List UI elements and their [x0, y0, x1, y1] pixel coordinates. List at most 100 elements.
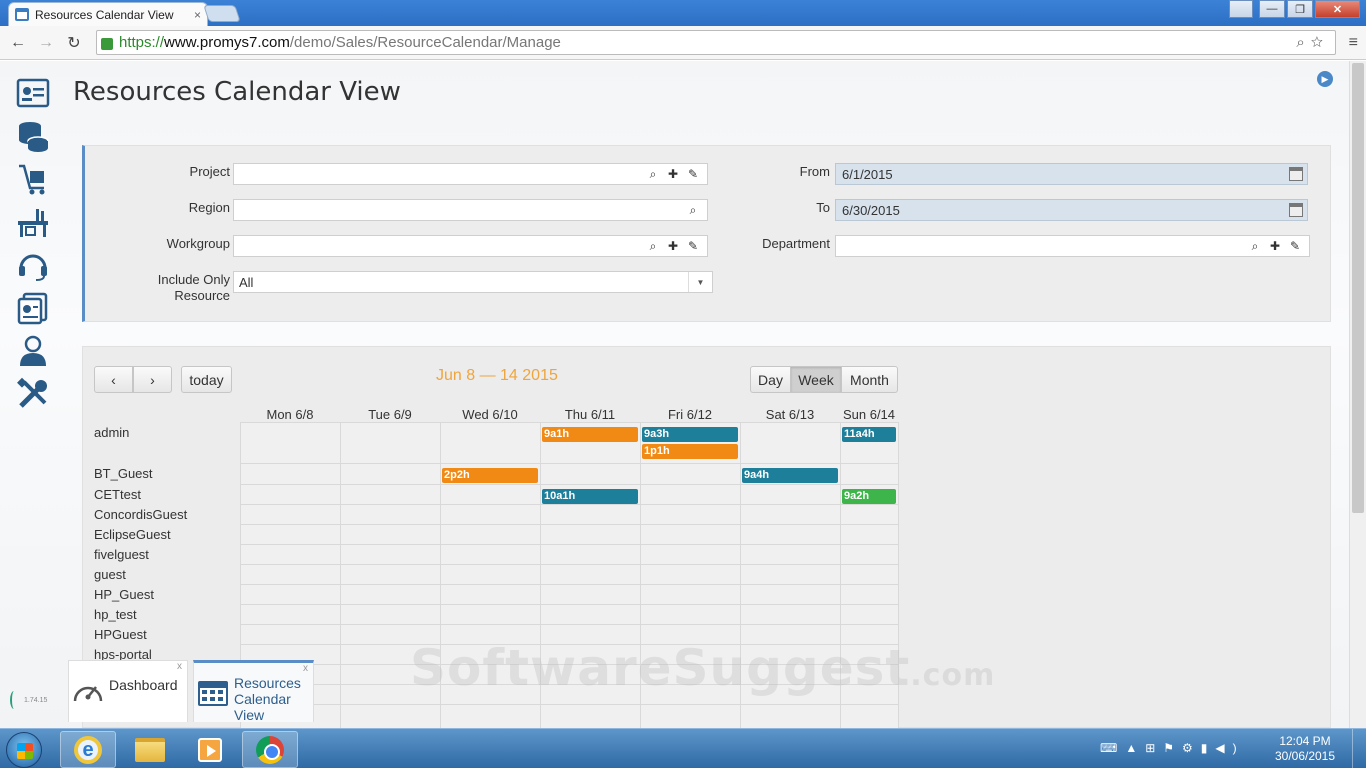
- contact-card-icon[interactable]: [16, 76, 50, 110]
- add-icon[interactable]: ✚: [1265, 239, 1285, 253]
- back-arrow-icon[interactable]: ←: [4, 34, 32, 52]
- taskbar-explorer[interactable]: [122, 731, 178, 768]
- calendar-picker-icon[interactable]: [1289, 203, 1303, 217]
- edit-icon[interactable]: ✎: [1285, 239, 1305, 253]
- search-icon[interactable]: ⌕: [643, 167, 663, 182]
- menu-icon[interactable]: ≡: [1349, 34, 1358, 52]
- grid-row-line: [240, 422, 898, 423]
- resource-name: CETtest: [94, 487, 141, 502]
- address-bar[interactable]: https:// www.promys7.com /demo/Sales/Res…: [96, 30, 1336, 55]
- resource-name: admin: [94, 425, 130, 440]
- users-icon[interactable]: [16, 334, 50, 368]
- today-button[interactable]: today: [181, 366, 232, 393]
- view-month-button[interactable]: Month: [841, 366, 898, 393]
- browser-tab-active[interactable]: Resources Calendar View ×: [8, 2, 208, 26]
- day-header: Tue 6/9: [368, 407, 412, 422]
- project-field[interactable]: ⌕ ✚ ✎: [233, 163, 708, 185]
- factory-icon[interactable]: [16, 205, 50, 239]
- next-week-button[interactable]: ›: [133, 366, 172, 393]
- day-header: Sun 6/14: [842, 407, 896, 422]
- day-header: Fri 6/12: [667, 407, 713, 422]
- app-tab-dashboard[interactable]: x Dashboard: [68, 660, 188, 722]
- department-field[interactable]: ⌕ ✚ ✎: [835, 235, 1310, 257]
- database-icon[interactable]: [16, 119, 50, 153]
- region-field[interactable]: ⌕: [233, 199, 708, 221]
- calendar-event[interactable]: 10a1h: [542, 489, 638, 504]
- search-icon[interactable]: ⌕: [643, 239, 663, 254]
- grid-column-line: [340, 422, 341, 728]
- add-icon[interactable]: ✚: [663, 167, 683, 181]
- day-header: Thu 6/11: [564, 407, 616, 422]
- view-day-button[interactable]: Day: [750, 366, 791, 393]
- calendar-picker-icon[interactable]: [1289, 167, 1303, 181]
- version-text: 1.74.15: [24, 696, 48, 704]
- add-icon[interactable]: ✚: [663, 239, 683, 253]
- chevron-down-icon[interactable]: ▼: [688, 272, 712, 292]
- app-tab-resources-calendar[interactable]: x Resources Calendar View: [193, 660, 314, 723]
- prev-week-button[interactable]: ‹: [94, 366, 133, 393]
- calendar-event[interactable]: 11a4h: [842, 427, 896, 442]
- reports-icon[interactable]: [16, 291, 50, 325]
- calendar-event[interactable]: 9a1h: [542, 427, 638, 442]
- resource-name: fivelguest: [94, 547, 149, 562]
- include-label-1: Include Only: [157, 272, 230, 287]
- dashboard-label: Dashboard: [109, 677, 178, 693]
- watermark-text: SoftwareSuggest: [410, 639, 911, 697]
- taskbar-media[interactable]: [182, 731, 238, 768]
- reload-icon[interactable]: ↻: [60, 33, 88, 53]
- calendar-event[interactable]: 2p2h: [442, 468, 538, 483]
- grid-row-line: [240, 463, 898, 464]
- system-tray-icons[interactable]: ⌨▲⊞⚑⚙▮◀): [1100, 741, 1245, 755]
- watermark-suffix: .com: [910, 658, 996, 693]
- clock-date: 30/06/2015: [1274, 749, 1336, 763]
- url-scheme: https://: [119, 34, 165, 51]
- calendar-event[interactable]: 1p1h: [642, 444, 738, 459]
- calendar-event[interactable]: 9a2h: [842, 489, 896, 504]
- department-label: Department: [762, 236, 830, 251]
- cart-icon[interactable]: [16, 162, 50, 196]
- view-week-button[interactable]: Week: [790, 366, 842, 393]
- taskbar-chrome[interactable]: [242, 731, 298, 768]
- close-icon[interactable]: x: [303, 663, 308, 674]
- close-window-button[interactable]: ✕: [1315, 0, 1360, 18]
- grid-row-line: [240, 524, 898, 525]
- to-date-field[interactable]: 6/30/2015: [835, 199, 1308, 221]
- page-scrollbar[interactable]: [1349, 61, 1366, 728]
- resource-name: guest: [94, 567, 126, 582]
- calendar-event[interactable]: 9a4h: [742, 468, 838, 483]
- grid-row-line: [240, 624, 898, 625]
- headset-icon[interactable]: [16, 248, 50, 282]
- browser-tab-title: Resources Calendar View: [35, 7, 174, 22]
- tools-icon[interactable]: [16, 377, 50, 411]
- include-resource-select[interactable]: All ▼: [233, 271, 713, 293]
- resources-tab-label-3: View: [234, 707, 265, 723]
- scrollbar-thumb[interactable]: [1352, 63, 1364, 513]
- from-date-field[interactable]: 6/1/2015: [835, 163, 1308, 185]
- grid-row-line: [240, 544, 898, 545]
- filter-panel: Project ⌕ ✚ ✎ Region ⌕ Workgroup ⌕ ✚ ✎ I…: [82, 145, 1331, 322]
- workgroup-field[interactable]: ⌕ ✚ ✎: [233, 235, 708, 257]
- taskbar-ie[interactable]: e: [60, 731, 116, 768]
- start-button[interactable]: [6, 732, 42, 768]
- minimize-button[interactable]: —: [1259, 0, 1285, 18]
- close-icon[interactable]: x: [177, 661, 182, 672]
- show-desktop-button[interactable]: [1352, 729, 1366, 768]
- day-header: Mon 6/8: [266, 407, 314, 422]
- maximize-button[interactable]: ❐: [1287, 0, 1313, 18]
- taskbar-clock[interactable]: 12:04 PM 30/06/2015: [1270, 734, 1340, 764]
- calendar-icon: [198, 681, 228, 706]
- user-icon[interactable]: [1229, 0, 1253, 18]
- browser-toolbar: ← → ↻ https:// www.promys7.com /demo/Sal…: [0, 26, 1366, 60]
- calendar-event[interactable]: 9a3h: [642, 427, 738, 442]
- close-tab-icon[interactable]: ×: [190, 8, 201, 22]
- grid-row-line: [240, 484, 898, 485]
- url-path: /demo/Sales/ResourceCalendar/Manage: [289, 34, 561, 51]
- new-tab-button[interactable]: [203, 5, 241, 22]
- zoom-star-icons[interactable]: ⌕☆: [1296, 34, 1329, 51]
- play-icon[interactable]: ▶: [1317, 71, 1333, 87]
- forward-arrow-icon[interactable]: →: [32, 34, 60, 52]
- watermark: SoftwareSuggest.com: [410, 639, 995, 697]
- internet-explorer-icon: e: [74, 735, 102, 764]
- include-label-2: Resource: [174, 288, 230, 303]
- search-icon[interactable]: ⌕: [1245, 239, 1265, 254]
